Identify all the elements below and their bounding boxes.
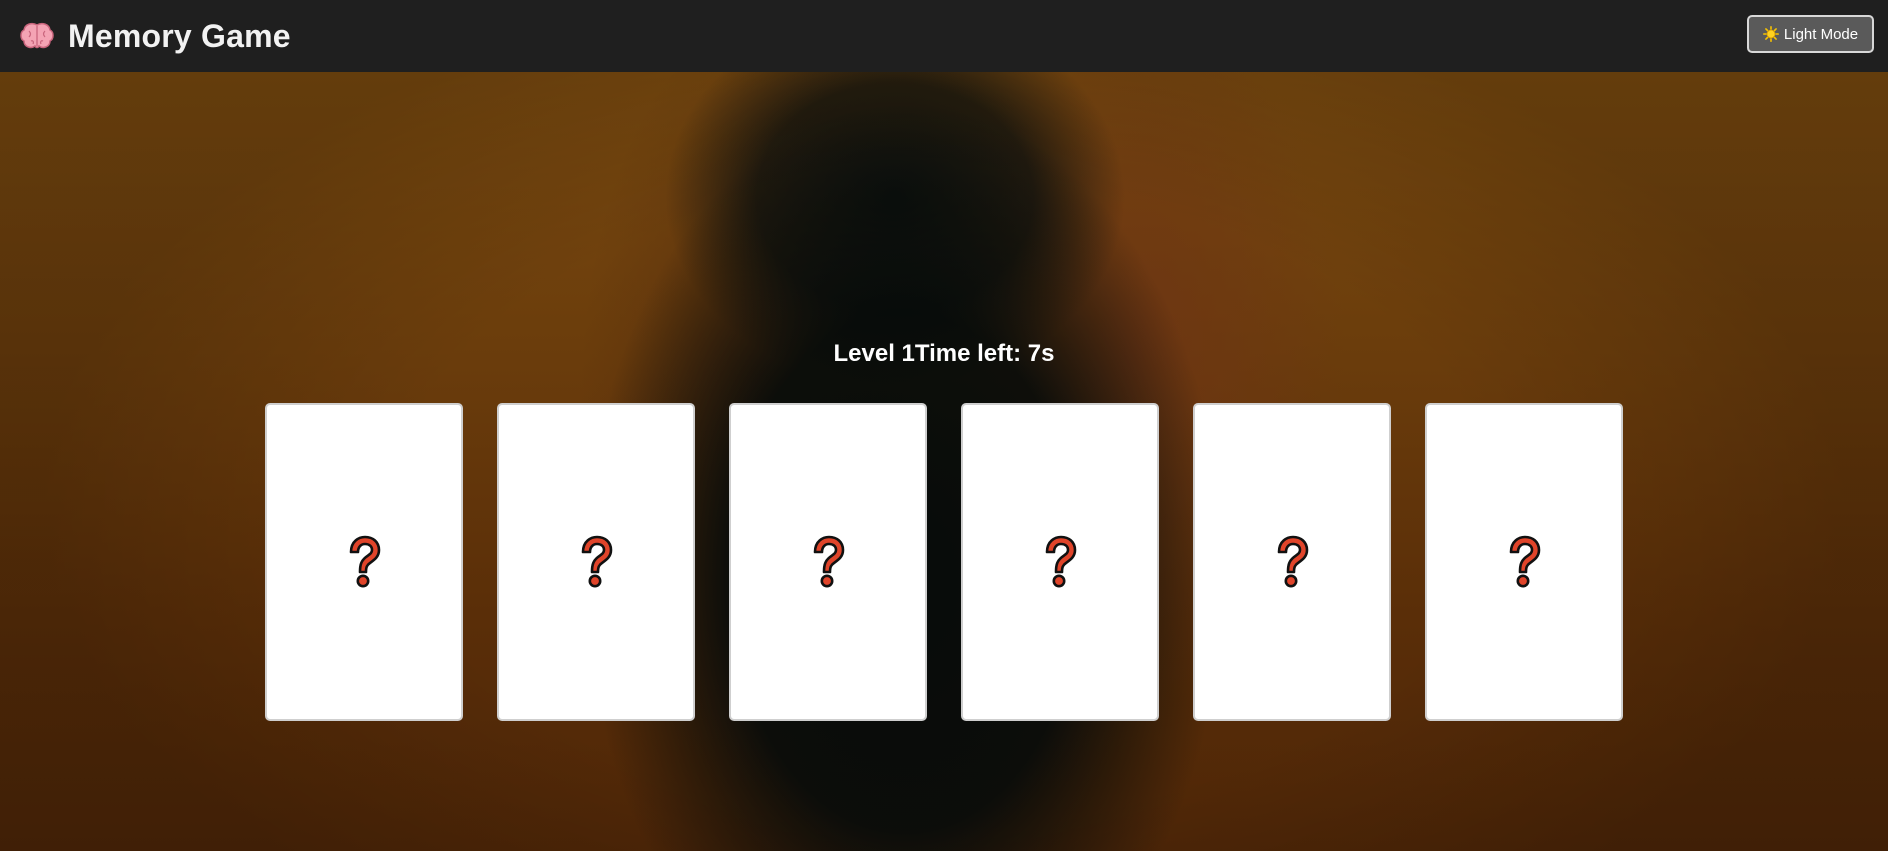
question-mark-icon: [577, 535, 615, 589]
question-mark-icon: [1041, 535, 1079, 589]
question-mark-icon: [1273, 535, 1311, 589]
question-mark-icon: [809, 535, 847, 589]
time-left-indicator: Time left: 7s: [914, 340, 1055, 367]
memory-card[interactable]: [497, 403, 695, 721]
light-mode-button[interactable]: Light Mode: [1747, 15, 1874, 53]
app-title: Memory Game: [68, 17, 291, 54]
memory-card[interactable]: [1193, 403, 1391, 721]
brain-icon: [20, 21, 54, 51]
memory-card[interactable]: [729, 403, 927, 721]
level-indicator: Level 1: [833, 340, 915, 367]
light-mode-label: Light Mode: [1783, 25, 1859, 43]
app-header: Memory Game Light Mode: [0, 0, 1888, 72]
memory-card[interactable]: [961, 403, 1159, 721]
question-mark-icon: [1505, 535, 1543, 589]
sun-icon: [1762, 26, 1779, 42]
memory-card[interactable]: [265, 403, 463, 721]
game-status: Level 1Time left: 7s: [0, 340, 1888, 368]
question-mark-icon: [345, 535, 383, 589]
memory-card[interactable]: [1425, 403, 1623, 721]
